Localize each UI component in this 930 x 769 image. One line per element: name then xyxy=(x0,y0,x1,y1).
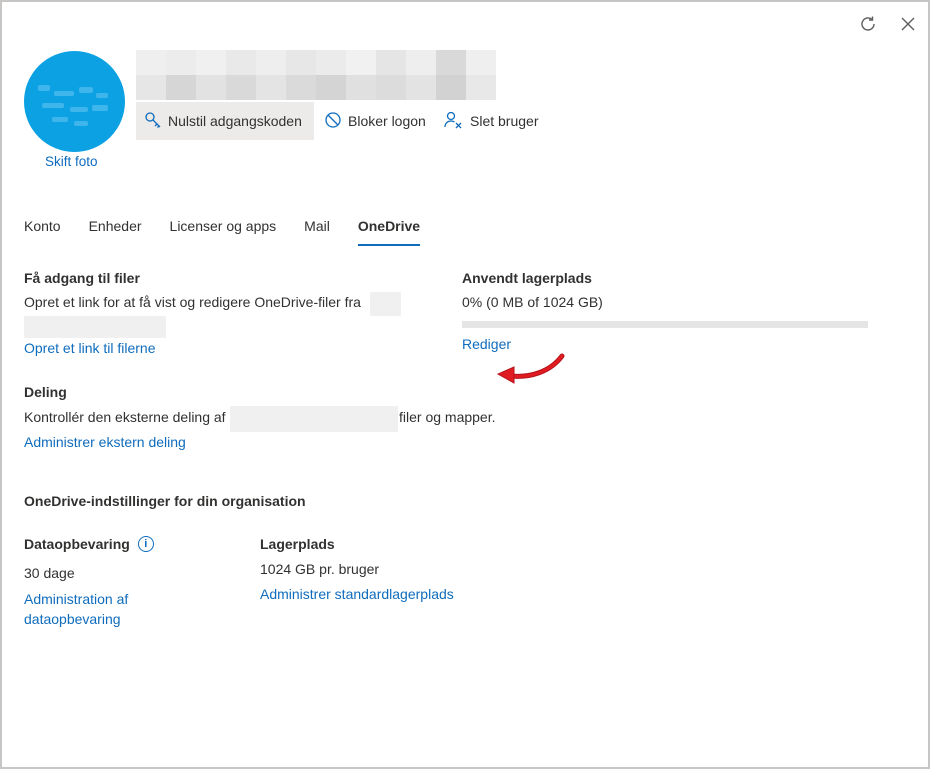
retention-heading-row: Dataopbevaring i xyxy=(24,536,154,552)
manage-default-storage-link[interactable]: Administrer standardlagerplads xyxy=(260,586,454,602)
change-photo-link[interactable]: Skift foto xyxy=(45,154,98,169)
delete-user-icon xyxy=(444,111,464,132)
reset-password-button[interactable]: Nulstil adgangskoden xyxy=(136,102,314,140)
tab-mail[interactable]: Mail xyxy=(304,208,330,248)
tab-bar: Konto Enheder Licenser og apps Mail OneD… xyxy=(24,208,448,248)
redacted-user-continued xyxy=(24,316,166,338)
sharing-text-before: Kontrollér den eksterne deling af xyxy=(24,409,226,425)
delete-user-button[interactable]: Slet bruger xyxy=(436,102,546,140)
org-storage-value: 1024 GB pr. bruger xyxy=(260,561,380,577)
manage-retention-link-line1: Administration af xyxy=(24,591,129,607)
tab-konto[interactable]: Konto xyxy=(24,208,61,248)
files-description: Opret et link for at få vist og redigere… xyxy=(24,294,361,310)
block-signin-button[interactable]: Bloker logon xyxy=(316,102,434,140)
manage-retention-link-line2: dataopbevaring xyxy=(24,611,121,627)
manage-external-sharing-link[interactable]: Administrer ekstern deling xyxy=(24,434,186,450)
redacted-org-name xyxy=(230,406,398,432)
block-signin-label: Bloker logon xyxy=(348,113,426,129)
storage-usage-bar xyxy=(462,321,868,328)
redacted-user xyxy=(370,292,401,316)
tab-enheder[interactable]: Enheder xyxy=(89,208,142,248)
tab-licenser-og-apps[interactable]: Licenser og apps xyxy=(170,208,277,248)
files-heading: Få adgang til filer xyxy=(24,270,140,286)
storage-usage: 0% (0 MB of 1024 GB) xyxy=(462,294,603,310)
avatar xyxy=(24,51,125,152)
annotation-arrow-icon xyxy=(496,353,565,384)
manage-retention-link[interactable]: Administration af dataopbevaring xyxy=(24,589,128,629)
storage-heading: Anvendt lagerplads xyxy=(462,270,592,286)
org-settings-heading: OneDrive-indstillinger for din organisat… xyxy=(24,493,306,509)
redacted-user-name xyxy=(136,50,496,100)
close-icon[interactable] xyxy=(896,12,920,36)
key-icon xyxy=(144,111,162,132)
org-storage-heading: Lagerplads xyxy=(260,536,335,552)
sharing-heading: Deling xyxy=(24,384,67,400)
block-icon xyxy=(324,111,342,132)
user-details-panel: Skift foto Nulstil adgangskoden Bloker l… xyxy=(0,0,930,769)
delete-user-label: Slet bruger xyxy=(470,113,539,129)
retention-value: 30 dage xyxy=(24,565,75,581)
create-files-link[interactable]: Opret et link til filerne xyxy=(24,340,156,356)
info-icon[interactable]: i xyxy=(137,536,154,552)
retention-heading: Dataopbevaring xyxy=(24,536,130,552)
tab-onedrive[interactable]: OneDrive xyxy=(357,208,421,248)
sharing-text-after: filer og mapper. xyxy=(399,409,496,425)
reset-password-label: Nulstil adgangskoden xyxy=(168,113,302,129)
refresh-icon[interactable] xyxy=(856,12,880,36)
